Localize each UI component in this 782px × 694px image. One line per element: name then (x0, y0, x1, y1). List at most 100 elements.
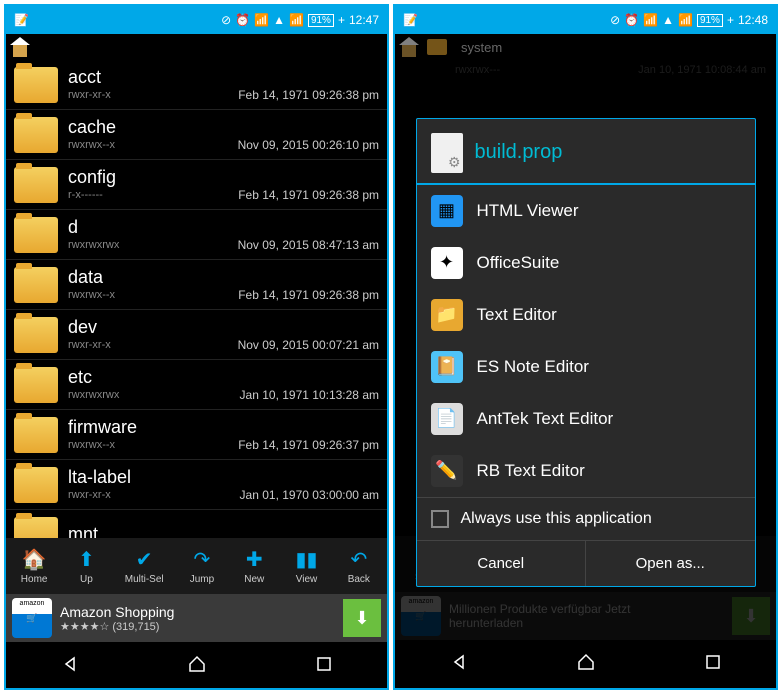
phone-left: 📝 ⊘ ⏰ 📶 ▲ 📶 91% + 12:47 acct rwxr-xr-x F… (4, 4, 389, 690)
app-option[interactable]: 📔 ES Note Editor (417, 341, 755, 393)
file-name: dev (68, 317, 379, 338)
signal-icon: ▲ (273, 13, 285, 27)
file-prop-icon (431, 133, 463, 173)
app-label: RB Text Editor (477, 461, 585, 481)
tool-label: New (244, 574, 264, 585)
home-path-icon[interactable] (10, 37, 30, 57)
file-name: acct (68, 67, 379, 88)
app-label: AntTek Text Editor (477, 409, 614, 429)
file-date: Jan 01, 1970 03:00:00 am (240, 488, 379, 502)
android-nav-bar (395, 640, 776, 684)
wifi-icon: 📶 (643, 13, 658, 27)
block-icon: ⊘ (221, 13, 231, 27)
file-perms: r-x------ (68, 189, 103, 202)
battery-icon: 91% (308, 14, 334, 27)
checkbox-label: Always use this application (461, 510, 652, 528)
file-list[interactable]: acct rwxr-xr-x Feb 14, 1971 09:26:38 pm … (6, 60, 387, 538)
tool-label: Jump (190, 574, 214, 585)
amazon-app-icon: 🛒 (12, 598, 52, 638)
back-nav-icon[interactable] (447, 650, 471, 674)
file-perms: rwxrwx--x (68, 439, 115, 452)
file-row[interactable]: etc rwxrwxrwx Jan 10, 1971 10:13:28 am (6, 360, 387, 410)
file-row[interactable]: dev rwxr-xr-x Nov 09, 2015 00:07:21 am (6, 310, 387, 360)
home-nav-icon[interactable] (574, 650, 598, 674)
dialog-overlay: build.prop ▦ HTML Viewer✦ OfficeSuite📁 T… (395, 60, 776, 644)
battery-icon: 91% (697, 14, 723, 27)
file-name: mnt (68, 524, 379, 539)
file-row[interactable]: cache rwxrwx--x Nov 09, 2015 00:26:10 pm (6, 110, 387, 160)
file-row[interactable]: config r-x------ Feb 14, 1971 09:26:38 p… (6, 160, 387, 210)
battery-plus: + (338, 13, 345, 27)
file-perms: rwxr-xr-x (68, 339, 111, 352)
folder-icon (14, 217, 58, 253)
file-name: etc (68, 367, 379, 388)
path-text: system (461, 40, 502, 55)
toolbar-up[interactable]: ⬆Up (72, 548, 100, 585)
app-label: Text Editor (477, 305, 557, 325)
always-use-row[interactable]: Always use this application (417, 497, 755, 540)
app-icon: 📄 (431, 403, 463, 435)
app-icon: ✏️ (431, 455, 463, 487)
file-row[interactable]: d rwxrwxrwx Nov 09, 2015 08:47:13 am (6, 210, 387, 260)
toolbar-view[interactable]: ▮▮View (293, 548, 321, 585)
android-nav-bar (6, 642, 387, 686)
toolbar: 🏠Home ⬆Up ✔Multi-Sel ↷ Jump ✚ New ▮▮View ↶Back (6, 538, 387, 594)
alarm-icon: ⏰ (235, 13, 250, 27)
file-row[interactable]: mnt (6, 510, 387, 538)
tool-icon: ↷ (188, 548, 216, 572)
block-icon: ⊘ (610, 13, 620, 27)
tool-label: Up (80, 574, 93, 585)
file-date: Feb 14, 1971 09:26:38 pm (238, 88, 379, 102)
app-option[interactable]: ✦ OfficeSuite (417, 237, 755, 289)
cell-icon: 📶 (289, 13, 304, 27)
file-row[interactable]: data rwxrwx--x Feb 14, 1971 09:26:38 pm (6, 260, 387, 310)
folder-icon (14, 117, 58, 153)
file-row[interactable]: acct rwxr-xr-x Feb 14, 1971 09:26:38 pm (6, 60, 387, 110)
checkbox-icon[interactable] (431, 510, 449, 528)
file-name: cache (68, 117, 379, 138)
app-header: system (395, 34, 776, 60)
file-row[interactable]: firmware rwxrwx--x Feb 14, 1971 09:26:37… (6, 410, 387, 460)
toolbar-home[interactable]: 🏠Home (20, 548, 48, 585)
open-with-dialog: build.prop ▦ HTML Viewer✦ OfficeSuite📁 T… (416, 118, 756, 587)
app-option[interactable]: 📁 Text Editor (417, 289, 755, 341)
file-row[interactable]: lta-label rwxr-xr-x Jan 01, 1970 03:00:0… (6, 460, 387, 510)
clock-time: 12:47 (349, 13, 379, 27)
ad-rating: ★★★★☆ (319,715) (60, 620, 335, 633)
app-option[interactable]: ▦ HTML Viewer (417, 185, 755, 237)
toolbar-multi-sel[interactable]: ✔Multi-Sel (125, 548, 164, 585)
file-date: Feb 14, 1971 09:26:37 pm (238, 438, 379, 452)
open-as-button[interactable]: Open as... (586, 541, 755, 586)
folder-icon (14, 67, 58, 103)
file-date: Jan 10, 1971 10:13:28 am (240, 388, 379, 402)
tool-icon: ✚ (240, 548, 268, 572)
toolbar-jump[interactable]: ↷ Jump (188, 548, 216, 585)
wifi-icon: 📶 (254, 13, 269, 27)
file-date: Nov 09, 2015 00:26:10 pm (238, 138, 379, 152)
toolbar-new[interactable]: ✚ New (240, 548, 268, 585)
toolbar-back[interactable]: ↶Back (345, 548, 373, 585)
recent-nav-icon[interactable] (701, 650, 725, 674)
notepad-icon: 📝 (403, 13, 418, 27)
app-option[interactable]: ✏️ RB Text Editor (417, 445, 755, 497)
cell-icon: 📶 (678, 13, 693, 27)
file-name: firmware (68, 417, 379, 438)
file-name: d (68, 217, 379, 238)
app-label: OfficeSuite (477, 253, 560, 273)
folder-icon (14, 517, 58, 539)
app-option[interactable]: 📄 AntTek Text Editor (417, 393, 755, 445)
clock-time: 12:48 (738, 13, 768, 27)
ad-banner[interactable]: 🛒 Amazon Shopping ★★★★☆ (319,715) ⬇ (6, 594, 387, 642)
tool-label: Home (21, 574, 48, 585)
recent-nav-icon[interactable] (312, 652, 336, 676)
cancel-button[interactable]: Cancel (417, 541, 587, 586)
dialog-filename: build.prop (475, 141, 563, 164)
ad-title: Amazon Shopping (60, 604, 335, 620)
file-date: Feb 14, 1971 09:26:38 pm (238, 188, 379, 202)
back-nav-icon[interactable] (58, 652, 82, 676)
tool-icon: ✔ (130, 548, 158, 572)
download-icon[interactable]: ⬇ (343, 599, 381, 637)
home-nav-icon[interactable] (185, 652, 209, 676)
app-icon: 📁 (431, 299, 463, 331)
app-icon: 📔 (431, 351, 463, 383)
